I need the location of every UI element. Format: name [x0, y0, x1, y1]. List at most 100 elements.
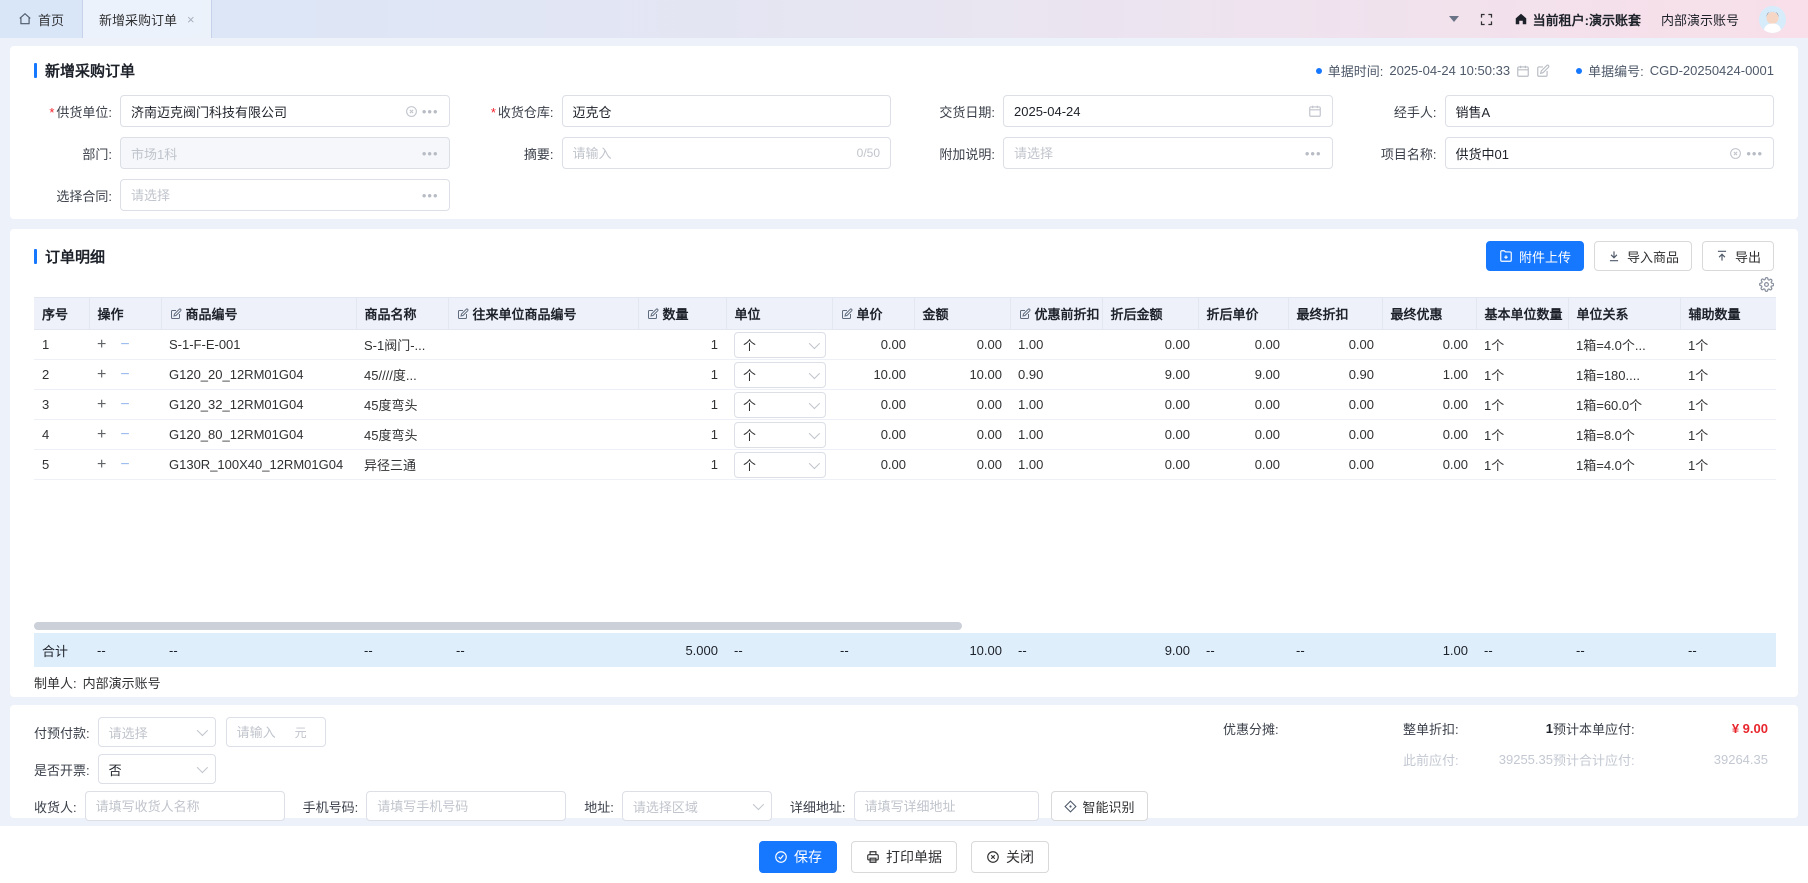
cell-partner_code[interactable]	[448, 330, 638, 360]
summary-input[interactable]	[573, 146, 851, 161]
cell-disc_amount[interactable]: 9.00	[1102, 360, 1198, 390]
cell-code[interactable]: G120_32_12RM01G04	[161, 390, 356, 420]
cell-qty[interactable]: 1	[638, 450, 726, 480]
save-button[interactable]: 保存	[759, 841, 837, 873]
cell-disc_amount[interactable]: 0.00	[1102, 330, 1198, 360]
cell-unit_rel[interactable]: 1箱=8.0个	[1568, 420, 1680, 450]
print-button[interactable]: 打印单据	[851, 841, 957, 873]
cell-pre_discount[interactable]: 0.90	[1010, 360, 1102, 390]
cell-qty[interactable]: 1	[638, 390, 726, 420]
cell-aux_qty[interactable]: 1个	[1680, 390, 1776, 420]
cell-final_benefit[interactable]: 0.00	[1382, 390, 1476, 420]
remove-row-icon[interactable]: −	[120, 396, 129, 413]
cell-base_qty[interactable]: 1个	[1476, 450, 1568, 480]
remove-row-icon[interactable]: −	[120, 336, 129, 353]
unit-select[interactable]: 个	[734, 422, 826, 448]
smart-recognize-button[interactable]: 智能识别	[1051, 791, 1148, 821]
unit-select[interactable]: 个	[734, 452, 826, 478]
close-button[interactable]: 关闭	[971, 841, 1049, 873]
cell-disc_price[interactable]: 0.00	[1198, 450, 1288, 480]
cell-qty[interactable]: 1	[638, 330, 726, 360]
unit-select[interactable]: 个	[734, 392, 826, 418]
clear-icon[interactable]	[1729, 147, 1742, 160]
cell-name[interactable]: 45度弯头	[356, 420, 448, 450]
more-icon[interactable]: •••	[422, 188, 439, 203]
cell-disc_price[interactable]: 0.00	[1198, 390, 1288, 420]
cell-code[interactable]: G120_20_12RM01G04	[161, 360, 356, 390]
cell-price[interactable]: 0.00	[832, 420, 914, 450]
edit-icon[interactable]	[1536, 64, 1550, 78]
cell-partner_code[interactable]	[448, 450, 638, 480]
prepay-amount-input[interactable]	[237, 725, 289, 740]
cell-disc_amount[interactable]: 0.00	[1102, 390, 1198, 420]
calendar-icon[interactable]	[1516, 64, 1530, 78]
cell-final_discount[interactable]: 0.00	[1288, 450, 1382, 480]
cell-amount[interactable]: 10.00	[914, 360, 1010, 390]
remove-row-icon[interactable]: −	[120, 456, 129, 473]
cell-partner_code[interactable]	[448, 390, 638, 420]
cell-final_benefit[interactable]: 0.00	[1382, 420, 1476, 450]
phone-input[interactable]	[377, 799, 555, 814]
cell-disc_price[interactable]: 0.00	[1198, 330, 1288, 360]
cell-unit_rel[interactable]: 1箱=4.0个...	[1568, 330, 1680, 360]
cell-base_qty[interactable]: 1个	[1476, 420, 1568, 450]
invoice-select[interactable]: 否	[98, 754, 216, 784]
cell-pre_discount[interactable]: 1.00	[1010, 390, 1102, 420]
region-select[interactable]: 请选择区域	[622, 791, 772, 821]
receiver-input[interactable]	[96, 799, 274, 814]
add-row-icon[interactable]: +	[97, 426, 106, 443]
attachment-upload-button[interactable]: 附件上传	[1486, 241, 1584, 271]
cell-aux_qty[interactable]: 1个	[1680, 330, 1776, 360]
unit-select[interactable]: 个	[734, 362, 826, 388]
cell-disc_price[interactable]: 0.00	[1198, 420, 1288, 450]
supplier-input[interactable]	[131, 104, 399, 119]
cell-no[interactable]: 3	[34, 390, 89, 420]
cell-disc_amount[interactable]: 0.00	[1102, 420, 1198, 450]
cell-name[interactable]: 异径三通	[356, 450, 448, 480]
cell-base_qty[interactable]: 1个	[1476, 330, 1568, 360]
cell-amount[interactable]: 0.00	[914, 450, 1010, 480]
contract-input[interactable]	[131, 188, 416, 203]
extra-note-input[interactable]	[1014, 146, 1299, 161]
address-input[interactable]	[865, 799, 1028, 814]
department-input[interactable]	[131, 146, 416, 161]
cell-disc_price[interactable]: 9.00	[1198, 360, 1288, 390]
gear-icon[interactable]	[1759, 277, 1774, 292]
cell-pre_discount[interactable]: 1.00	[1010, 420, 1102, 450]
cell-disc_amount[interactable]: 0.00	[1102, 450, 1198, 480]
export-button[interactable]: 导出	[1702, 241, 1774, 271]
cell-partner_code[interactable]	[448, 420, 638, 450]
cell-no[interactable]: 4	[34, 420, 89, 450]
cell-unit_rel[interactable]: 1箱=4.0个	[1568, 450, 1680, 480]
close-icon[interactable]: ×	[187, 12, 195, 27]
more-icon[interactable]: •••	[422, 146, 439, 161]
remove-row-icon[interactable]: −	[120, 426, 129, 443]
cell-pre_discount[interactable]: 1.00	[1010, 450, 1102, 480]
cell-amount[interactable]: 0.00	[914, 420, 1010, 450]
cell-partner_code[interactable]	[448, 360, 638, 390]
cell-unit_rel[interactable]: 1箱=180....	[1568, 360, 1680, 390]
import-products-button[interactable]: 导入商品	[1594, 241, 1692, 271]
more-icon[interactable]: •••	[422, 104, 439, 119]
cell-name[interactable]: 45////度...	[356, 360, 448, 390]
prepay-select[interactable]: 请选择	[98, 717, 216, 747]
more-icon[interactable]: •••	[1746, 146, 1763, 161]
cell-aux_qty[interactable]: 1个	[1680, 450, 1776, 480]
project-input[interactable]	[1456, 146, 1724, 161]
cell-price[interactable]: 0.00	[832, 390, 914, 420]
tab-new-purchase-order[interactable]: 新增采购订单 ×	[82, 0, 212, 38]
cell-name[interactable]: S-1阀门-...	[356, 330, 448, 360]
fullscreen-icon[interactable]	[1479, 12, 1494, 27]
cell-base_qty[interactable]: 1个	[1476, 390, 1568, 420]
cell-price[interactable]: 0.00	[832, 450, 914, 480]
cell-final_benefit[interactable]: 1.00	[1382, 360, 1476, 390]
cell-final_discount[interactable]: 0.00	[1288, 390, 1382, 420]
add-row-icon[interactable]: +	[97, 396, 106, 413]
cell-final_discount[interactable]: 0.00	[1288, 420, 1382, 450]
cell-qty[interactable]: 1	[638, 420, 726, 450]
cell-amount[interactable]: 0.00	[914, 330, 1010, 360]
cell-unit_rel[interactable]: 1箱=60.0个	[1568, 390, 1680, 420]
clear-icon[interactable]	[405, 105, 418, 118]
cell-final_benefit[interactable]: 0.00	[1382, 330, 1476, 360]
delivery-date-input[interactable]	[1014, 104, 1302, 119]
